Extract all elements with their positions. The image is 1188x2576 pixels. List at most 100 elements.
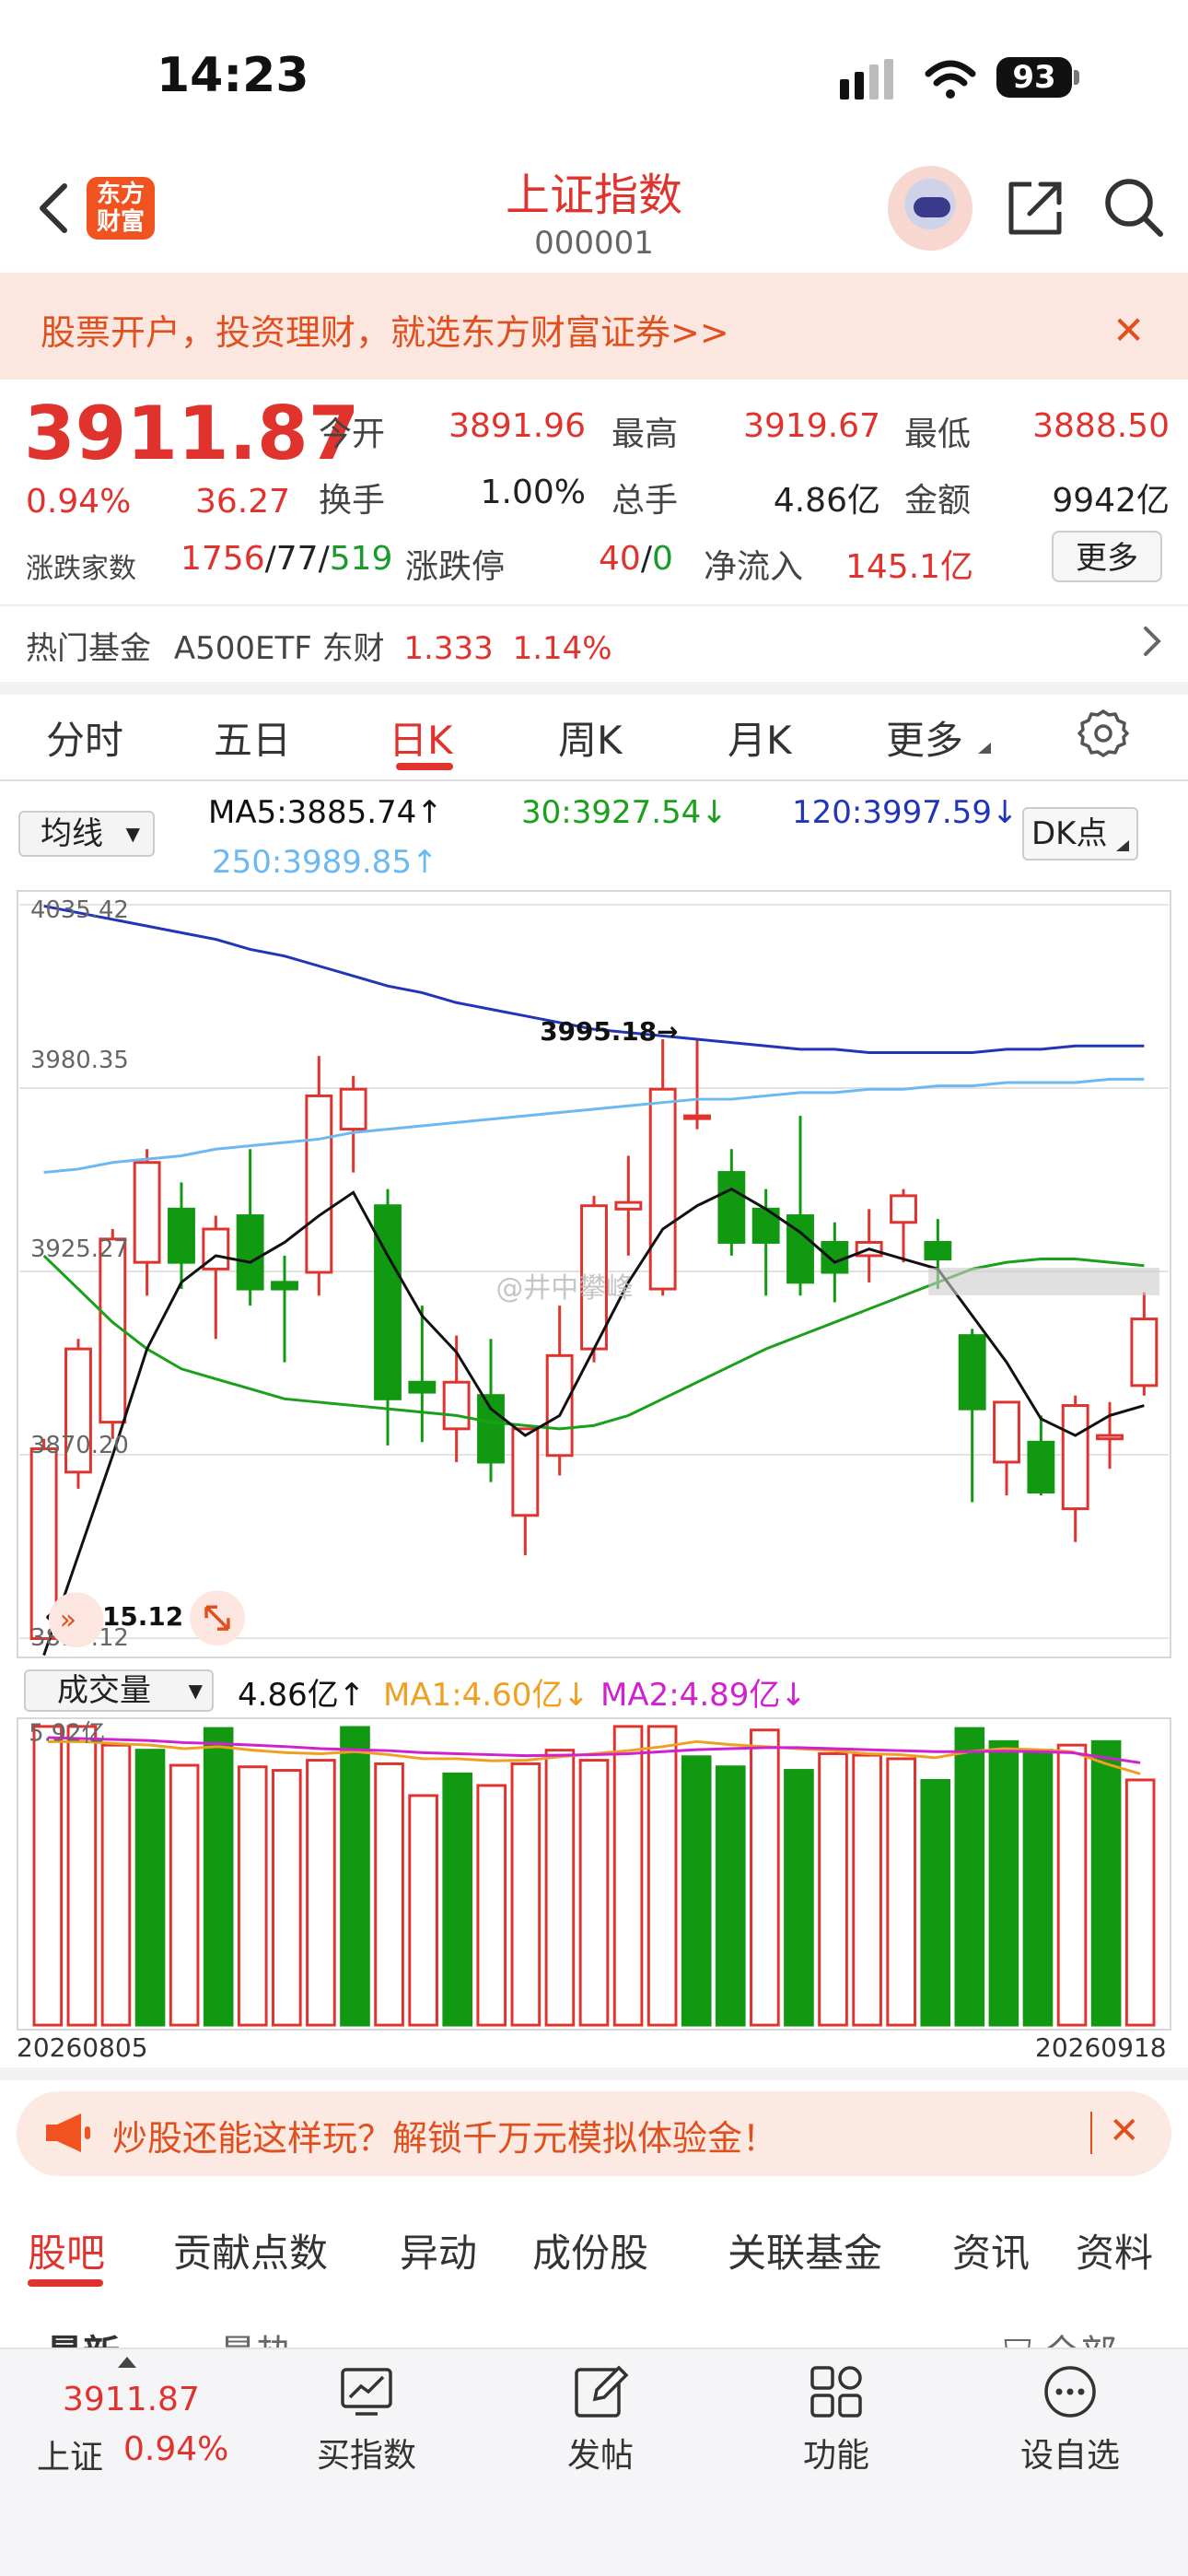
add-watchlist-label[interactable]: 设自选: [987, 2429, 1153, 2476]
hot-fund-row[interactable]: 热门基金 A500ETF 东财 1.333 1.14%: [26, 623, 612, 668]
ma250-value: 250:3989.85↑: [212, 844, 438, 881]
volume-bar: [612, 1725, 644, 2027]
ytick-label: 4035.42: [30, 896, 129, 924]
candle-body: [374, 1204, 402, 1400]
volume-bar: [100, 1743, 132, 2027]
functions-label[interactable]: 功能: [753, 2429, 919, 2476]
limit-sep: /: [640, 540, 652, 578]
limit-up: 40: [599, 540, 641, 578]
volume-current-value: 4.86亿: [238, 1677, 339, 1714]
dk-point-button[interactable]: DK点: [1022, 807, 1138, 861]
select-caret-icon: ▼: [188, 1680, 203, 1702]
chart-trend-icon[interactable]: [337, 2362, 396, 2421]
more-dots-icon[interactable]: [1041, 2362, 1100, 2421]
candle-body: [133, 1161, 161, 1264]
tab-guba[interactable]: 股吧: [28, 2222, 105, 2278]
ad-text[interactable]: 炒股还能这样玩？解锁千万元模拟体验金！: [112, 2110, 777, 2160]
volume-indicator-select[interactable]: 成交量 ▼: [24, 1669, 214, 1712]
tab-monthly-k[interactable]: 月K: [728, 709, 792, 766]
divider: [0, 779, 1188, 781]
volume-select-label: 成交量: [57, 1672, 151, 1709]
buy-index-label[interactable]: 买指数: [284, 2429, 449, 2476]
volume-value: 4.86亿: [773, 482, 880, 520]
volume-bar: [272, 1769, 302, 2027]
tab-movers[interactable]: 异动: [400, 2222, 477, 2278]
hot-fund-pct: 1.14%: [512, 630, 612, 667]
tab-daily-k[interactable]: 日K: [389, 709, 453, 766]
volume-bar: [66, 1725, 98, 2027]
grid-apps-icon[interactable]: [807, 2362, 866, 2421]
turnover-label: 换手: [319, 482, 386, 520]
tab-profile[interactable]: 资料: [1076, 2222, 1153, 2278]
tab-intraday[interactable]: 分时: [46, 709, 123, 766]
gear-icon[interactable]: [1077, 708, 1129, 759]
indicator-select[interactable]: 均线 ▼: [18, 811, 155, 857]
candlestick-chart[interactable]: 4035.42 3980.35 3925.27 3870.20 3815.12 …: [17, 890, 1171, 1658]
wifi-icon: [925, 60, 976, 99]
ytick-label: 3925.27: [30, 1235, 129, 1263]
volume-chart[interactable]: 5.92亿: [17, 1717, 1171, 2031]
breadth-label: 涨跌家数: [26, 553, 136, 585]
candle-body: [683, 1114, 711, 1120]
volume-bars: [32, 1725, 1156, 2027]
high-annotation: 3995.18→: [540, 1016, 678, 1047]
limit-label: 涨跌停: [405, 548, 506, 586]
volume-bar: [306, 1759, 336, 2027]
bottom-name[interactable]: 上证: [37, 2430, 103, 2478]
share-icon[interactable]: [1004, 177, 1066, 240]
watermark: @井中攀峰: [496, 1272, 634, 1305]
volume-bar: [442, 1772, 473, 2027]
bottom-pct[interactable]: 0.94%: [123, 2430, 228, 2468]
candle-body: [648, 1087, 677, 1291]
candle-body: [821, 1240, 849, 1274]
ma30-value: 30:3927.54↓: [521, 794, 728, 831]
inflow-value: 145.1亿: [845, 548, 974, 586]
volume-bar: [1090, 1739, 1122, 2027]
volume-bar: [408, 1794, 438, 2027]
breadth-sep: /: [264, 540, 276, 578]
volume-ma2: MA2:4.89亿↓: [600, 1677, 807, 1714]
section-gap: [0, 2067, 1188, 2080]
hot-fund-name: A500ETF 东财: [173, 630, 385, 667]
promo-close-button[interactable]: ✕: [1112, 308, 1145, 353]
candle-body: [614, 1200, 643, 1211]
volume-bar: [1124, 1778, 1156, 2027]
tab-five-day[interactable]: 五日: [214, 709, 291, 766]
candle-body: [717, 1171, 746, 1244]
ma120-value: 120:3997.59↓: [792, 794, 1019, 831]
volume-bar: [237, 1765, 268, 2027]
tab-weekly-k[interactable]: 周K: [558, 709, 623, 766]
ad-close-button[interactable]: ✕: [1109, 2110, 1140, 2152]
volume-bar: [920, 1779, 951, 2027]
tab-constituents[interactable]: 成份股: [532, 2222, 648, 2278]
tab-contribution[interactable]: 贡献点数: [173, 2222, 328, 2278]
edit-post-icon[interactable]: [571, 2362, 630, 2421]
date-end: 20260918: [1035, 2032, 1167, 2063]
tab-related-funds[interactable]: 关联基金: [728, 2222, 882, 2278]
breadth-value: 1756/77/519: [181, 540, 392, 578]
dropdown-triangle-icon: [1116, 840, 1129, 851]
volume-bar: [1022, 1749, 1054, 2027]
tab-more-periods[interactable]: 更多: [886, 709, 963, 766]
candle-body: [477, 1394, 505, 1464]
bottom-price[interactable]: 3911.87: [63, 2381, 200, 2418]
volume-bar: [681, 1755, 712, 2027]
volume-bar: [169, 1763, 200, 2027]
volume-bar: [374, 1762, 404, 2027]
promo-text[interactable]: 股票开户，投资理财，就选东方财富证券>>: [41, 304, 729, 355]
divider: [0, 604, 1188, 606]
volume-bar: [646, 1725, 678, 2027]
more-quote-button[interactable]: 更多: [1052, 531, 1162, 582]
post-label[interactable]: 发帖: [518, 2429, 683, 2476]
tab-news[interactable]: 资讯: [952, 2222, 1030, 2278]
active-tab-indicator: [28, 2279, 103, 2287]
search-icon[interactable]: [1101, 175, 1166, 240]
candle-body: [168, 1207, 195, 1264]
expand-up-icon[interactable]: [118, 2357, 136, 2368]
candle-body: [305, 1094, 333, 1274]
candle-body: [1027, 1440, 1055, 1494]
cellular-signal-icon: [840, 59, 893, 100]
volume-bar: [886, 1757, 916, 2027]
chevron-right-icon[interactable]: [1140, 623, 1164, 660]
assistant-face-icon: [914, 197, 950, 217]
